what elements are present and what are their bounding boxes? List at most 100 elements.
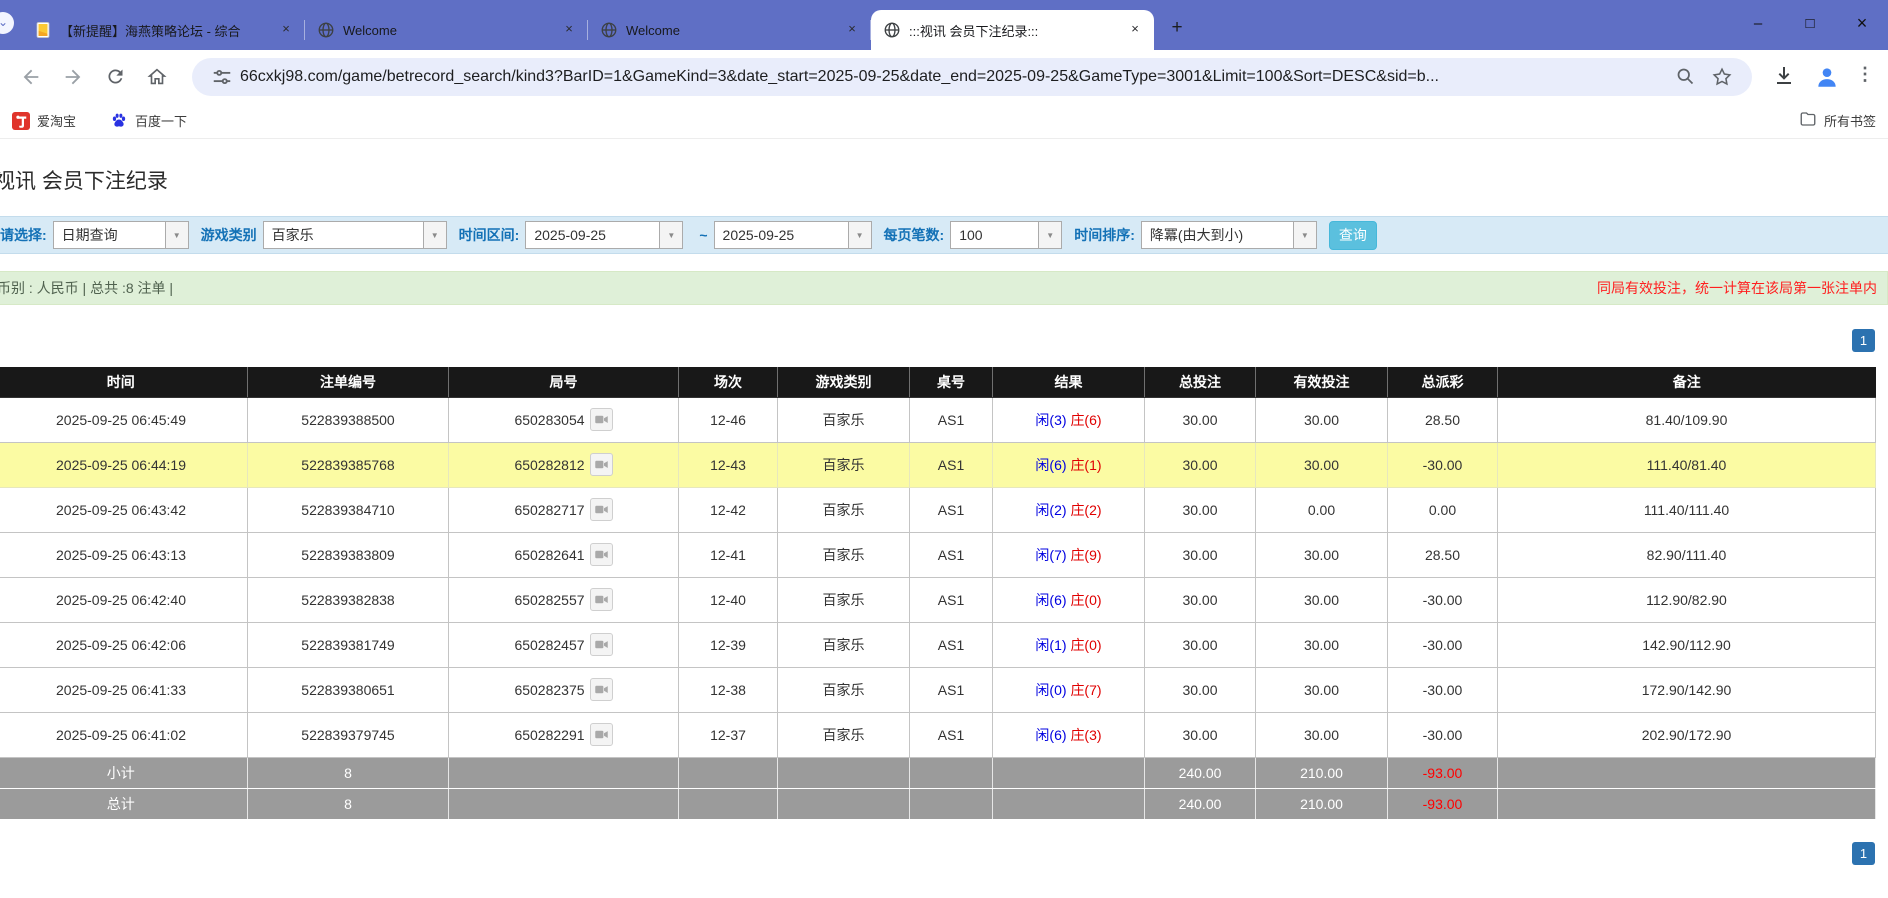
- cell-total-bet-link[interactable]: 30.00: [1145, 622, 1256, 667]
- address-bar[interactable]: 66cxkj98.com/game/betrecord_search/kind3…: [192, 58, 1752, 96]
- tab-search-icon[interactable]: ⌄: [0, 12, 14, 34]
- column-header: 总派彩: [1388, 367, 1498, 397]
- cell-session: 12-43: [679, 442, 778, 487]
- pagination-page-1[interactable]: 1: [1852, 842, 1875, 865]
- sort-select[interactable]: 降冪(由大到小) ▼: [1141, 221, 1317, 249]
- cell-note: 81.40/109.90: [1498, 397, 1876, 442]
- currency-summary: 币别 : 人民币 | 总共 :8 注单 |: [0, 278, 173, 298]
- date-start-select[interactable]: 2025-09-25 ▼: [525, 221, 683, 249]
- cell-total-bet-link[interactable]: 30.00: [1145, 397, 1256, 442]
- back-icon[interactable]: [13, 59, 49, 95]
- bookmark-item-1[interactable]: 爱淘宝: [12, 111, 76, 130]
- forward-icon[interactable]: [55, 59, 91, 95]
- profile-icon[interactable]: [1814, 64, 1840, 90]
- round-number: 650282557: [514, 592, 584, 608]
- result-player: 闲(6): [1035, 592, 1066, 608]
- column-header: 注单编号: [248, 367, 449, 397]
- minimize-button[interactable]: –: [1732, 0, 1784, 46]
- tab-close-icon[interactable]: ×: [1126, 21, 1144, 39]
- window-controls: – □ ×: [1732, 0, 1888, 50]
- video-replay-icon[interactable]: [590, 453, 613, 476]
- per-page-select[interactable]: 100 ▼: [950, 221, 1062, 249]
- date-end-select[interactable]: 2025-09-25 ▼: [714, 221, 872, 249]
- cell-note: 111.40/111.40: [1498, 487, 1876, 532]
- url-text[interactable]: 66cxkj98.com/game/betrecord_search/kind3…: [240, 68, 1668, 86]
- tab-close-icon[interactable]: ×: [843, 21, 861, 39]
- pagination-page-1[interactable]: 1: [1852, 329, 1875, 352]
- bookmark-star-icon[interactable]: [1711, 66, 1733, 88]
- per-page-label: 每页笔数:: [884, 225, 945, 245]
- close-button[interactable]: ×: [1836, 0, 1888, 46]
- cell-valid-bet: 0.00: [1256, 487, 1388, 532]
- new-tab-button[interactable]: +: [1162, 14, 1192, 44]
- bookmark-label: 爱淘宝: [37, 111, 76, 130]
- video-replay-icon[interactable]: [590, 678, 613, 701]
- chevron-down-icon[interactable]: ▼: [1038, 221, 1062, 249]
- cell-bet-id: 522839384710: [248, 487, 449, 532]
- video-replay-icon[interactable]: [590, 588, 613, 611]
- forum-yellow-icon: [34, 21, 52, 39]
- cell-payout: 0.00: [1388, 487, 1498, 532]
- all-bookmarks-button[interactable]: 所有书签: [1799, 110, 1876, 131]
- browser-tab-strip: ⌄ 【新提醒】海燕策略论坛 - 综合×Welcome×Welcome×:::视讯…: [0, 0, 1888, 50]
- chevron-down-icon[interactable]: ▼: [165, 221, 189, 249]
- cell-time: 2025-09-25 06:42:06: [0, 622, 248, 667]
- menu-kebab-icon[interactable]: ⋮: [1856, 64, 1870, 90]
- tab-close-icon[interactable]: ×: [560, 21, 578, 39]
- video-replay-icon[interactable]: [590, 723, 613, 746]
- maximize-button[interactable]: □: [1784, 0, 1836, 46]
- sort-value: 降冪(由大到小): [1141, 221, 1293, 249]
- site-settings-icon[interactable]: [211, 66, 233, 88]
- browser-tab-3[interactable]: Welcome×: [588, 10, 871, 50]
- cell-time: 2025-09-25 06:43:13: [0, 532, 248, 577]
- cell-total-bet-link[interactable]: 30.00: [1145, 487, 1256, 532]
- cell-total-bet-link[interactable]: 30.00: [1145, 577, 1256, 622]
- browser-tab-2[interactable]: Welcome×: [305, 10, 588, 50]
- column-header: 总投注: [1145, 367, 1256, 397]
- cell-time: 2025-09-25 06:41:33: [0, 667, 248, 712]
- cell-total-bet-link[interactable]: 30.00: [1145, 667, 1256, 712]
- cell-total-bet-link[interactable]: 30.00: [1145, 442, 1256, 487]
- tab-close-icon[interactable]: ×: [277, 21, 295, 39]
- all-bookmarks-label: 所有书签: [1824, 111, 1876, 130]
- cell-round: 650282457: [449, 622, 679, 667]
- result-banker: 庄(0): [1070, 637, 1101, 653]
- chevron-down-icon[interactable]: ▼: [423, 221, 447, 249]
- chevron-down-icon[interactable]: ▼: [659, 221, 683, 249]
- cell-total-bet-link[interactable]: 30.00: [1145, 712, 1256, 757]
- home-icon[interactable]: [139, 59, 175, 95]
- chevron-down-icon[interactable]: ▼: [848, 221, 872, 249]
- bookmark-item-2[interactable]: 百度一下: [110, 111, 187, 130]
- cell-result: 闲(2) 庄(2): [993, 487, 1145, 532]
- video-replay-icon[interactable]: [590, 633, 613, 656]
- cell-session: 12-39: [679, 622, 778, 667]
- video-replay-icon[interactable]: [590, 498, 613, 521]
- cell-total-bet-link[interactable]: 30.00: [1145, 532, 1256, 577]
- column-header: 有效投注: [1256, 367, 1388, 397]
- result-banker: 庄(3): [1070, 727, 1101, 743]
- browser-tab-4[interactable]: :::视讯 会员下注纪录:::×: [871, 10, 1154, 50]
- per-page-value: 100: [950, 221, 1038, 249]
- zoom-icon[interactable]: [1675, 66, 1697, 88]
- total-count: 8: [248, 788, 449, 819]
- browser-tab-1[interactable]: 【新提醒】海燕策略论坛 - 综合×: [22, 10, 305, 50]
- result-banker: 庄(0): [1070, 592, 1101, 608]
- subtotal-row: 小计8240.00210.00-93.00: [0, 757, 1876, 788]
- column-header: 备注: [1498, 367, 1876, 397]
- download-icon[interactable]: [1772, 64, 1798, 90]
- reload-icon[interactable]: [97, 59, 133, 95]
- sort-label: 时间排序:: [1074, 225, 1135, 245]
- search-button[interactable]: 查询: [1329, 221, 1377, 250]
- cell-round: 650283054: [449, 397, 679, 442]
- cell-table-id: AS1: [910, 577, 993, 622]
- video-replay-icon[interactable]: [590, 408, 613, 431]
- cell-session: 12-38: [679, 667, 778, 712]
- globe-icon: [600, 21, 618, 39]
- empty-cell: [993, 788, 1145, 819]
- chevron-down-icon[interactable]: ▼: [1293, 221, 1317, 249]
- video-replay-icon[interactable]: [590, 543, 613, 566]
- table-row: 2025-09-25 06:45:49522839388500650283054…: [0, 397, 1876, 442]
- game-type-select[interactable]: 百家乐 ▼: [263, 221, 447, 249]
- query-type-select[interactable]: 日期查询 ▼: [53, 221, 189, 249]
- table-row: 2025-09-25 06:42:40522839382838650282557…: [0, 577, 1876, 622]
